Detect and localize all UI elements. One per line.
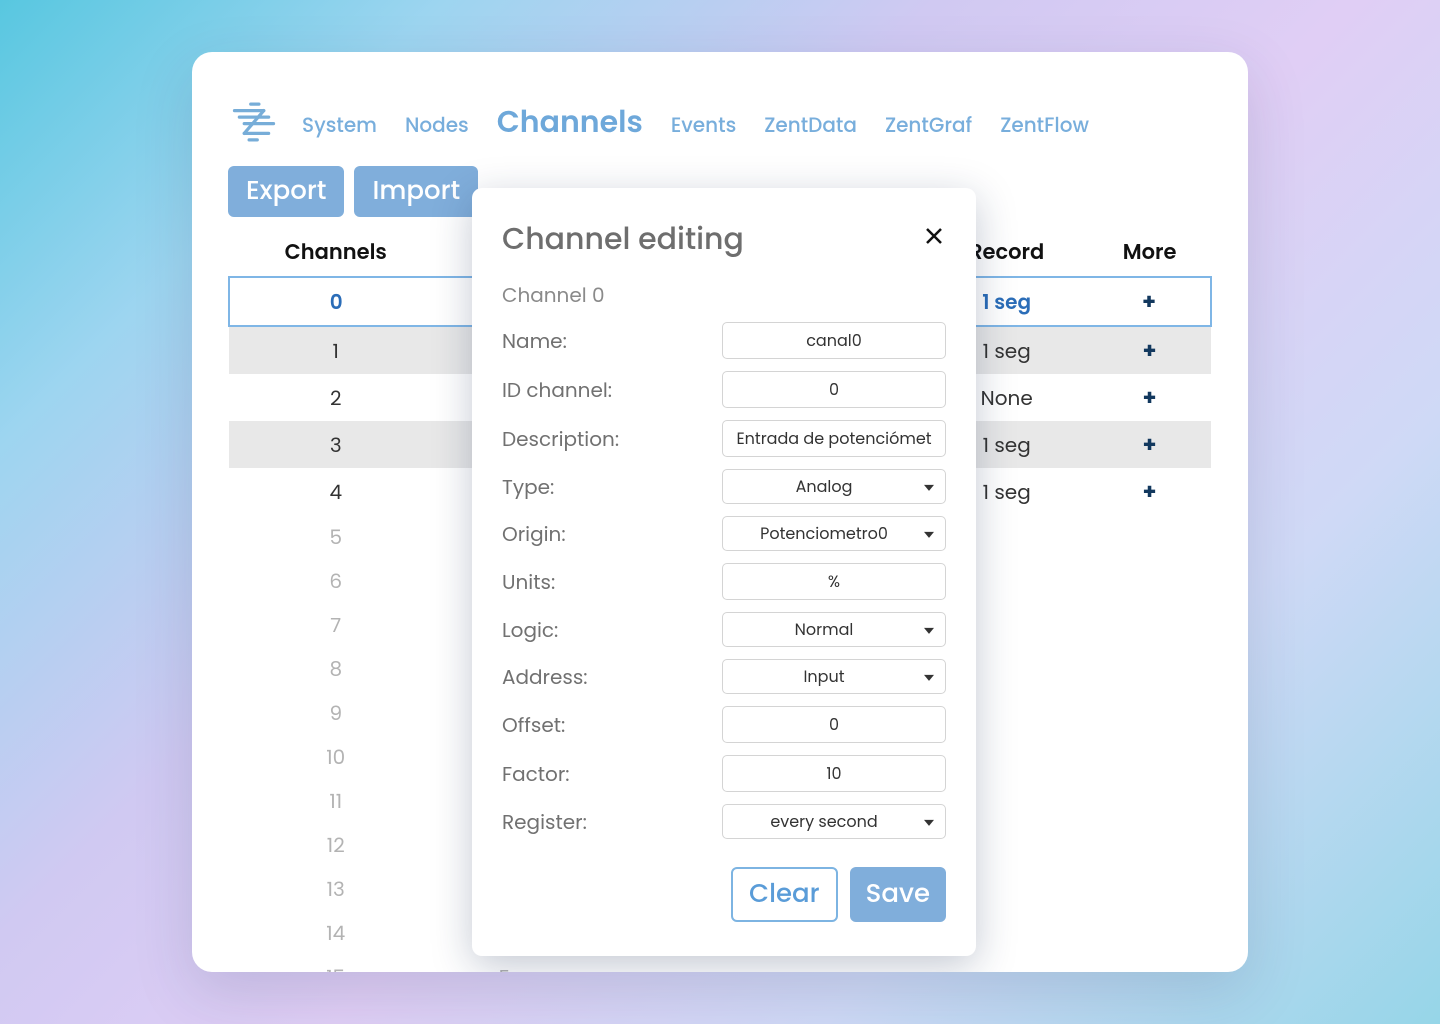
cell-idx: 14 bbox=[229, 911, 443, 955]
field-row-origin: Origin: Potenciometro0 bbox=[502, 516, 946, 551]
cell-name: Free bbox=[443, 955, 598, 972]
cell-idx: 3 bbox=[229, 421, 443, 468]
nav-zentdata[interactable]: ZentData bbox=[764, 110, 857, 140]
modal-title: Channel editing bbox=[502, 216, 744, 262]
cell-idx: 9 bbox=[229, 691, 443, 735]
select-type[interactable]: Analog bbox=[722, 469, 946, 504]
field-label-type: Type: bbox=[502, 472, 554, 502]
input-id[interactable] bbox=[722, 371, 946, 408]
field-row-units: Units: bbox=[502, 563, 946, 600]
clear-button[interactable]: Clear bbox=[731, 867, 838, 922]
import-button[interactable]: Import bbox=[354, 166, 478, 217]
nav-events[interactable]: Events bbox=[671, 110, 736, 140]
cell-idx: 1 bbox=[229, 326, 443, 374]
field-row-desc: Description: bbox=[502, 420, 946, 457]
field-label-id: ID channel: bbox=[502, 375, 612, 405]
main-nav: System Nodes Channels Events ZentData ZentGra… bbox=[302, 99, 1089, 145]
cell-idx: 15 bbox=[229, 955, 443, 972]
field-label-register: Register: bbox=[502, 807, 587, 837]
field-label-name: Name: bbox=[502, 326, 567, 356]
table-row-free[interactable]: 15Free bbox=[229, 955, 1211, 972]
cell-idx: 8 bbox=[229, 647, 443, 691]
field-row-type: Type: Analog bbox=[502, 469, 946, 504]
cell-idx: 13 bbox=[229, 867, 443, 911]
header: System Nodes Channels Events ZentData ZentGra… bbox=[228, 96, 1212, 148]
col-channels: Channels bbox=[229, 229, 443, 277]
nav-zentflow[interactable]: ZentFlow bbox=[1000, 110, 1089, 140]
modal-actions: Clear Save bbox=[502, 867, 946, 922]
cell-idx: 4 bbox=[229, 468, 443, 515]
field-row-offset: Offset: bbox=[502, 706, 946, 743]
app-logo bbox=[228, 96, 280, 148]
field-row-factor: Factor: bbox=[502, 755, 946, 792]
close-icon[interactable] bbox=[922, 224, 946, 255]
field-label-offset: Offset: bbox=[502, 710, 565, 740]
export-button[interactable]: Export bbox=[228, 166, 344, 217]
nav-system[interactable]: System bbox=[302, 110, 377, 140]
save-button[interactable]: Save bbox=[850, 867, 946, 922]
field-row-address: Address: Input bbox=[502, 659, 946, 694]
more-icon[interactable]: + bbox=[1143, 382, 1157, 413]
field-label-desc: Description: bbox=[502, 424, 619, 454]
more-icon[interactable]: + bbox=[1143, 476, 1157, 507]
app-window: System Nodes Channels Events ZentData ZentGra… bbox=[192, 52, 1248, 972]
field-label-units: Units: bbox=[502, 567, 555, 597]
field-row-id: ID channel: bbox=[502, 371, 946, 408]
cell-idx: 10 bbox=[229, 735, 443, 779]
cell-idx: 5 bbox=[229, 515, 443, 559]
channel-edit-modal: Channel editing Channel 0 Name: ID channe… bbox=[472, 188, 976, 956]
field-label-logic: Logic: bbox=[502, 615, 558, 645]
field-row-register: Register: every second bbox=[502, 804, 946, 839]
input-factor[interactable] bbox=[722, 755, 946, 792]
select-logic[interactable]: Normal bbox=[722, 612, 946, 647]
select-address[interactable]: Input bbox=[722, 659, 946, 694]
nav-channels[interactable]: Channels bbox=[497, 99, 643, 145]
cell-idx: 12 bbox=[229, 823, 443, 867]
input-desc[interactable] bbox=[722, 420, 946, 457]
more-icon[interactable]: + bbox=[1143, 335, 1157, 366]
nav-zentgraf[interactable]: ZentGraf bbox=[885, 110, 972, 140]
cell-idx: 2 bbox=[229, 374, 443, 421]
cell-idx: 0 bbox=[229, 277, 443, 326]
input-name[interactable] bbox=[722, 322, 946, 359]
more-icon[interactable]: + bbox=[1143, 429, 1157, 460]
field-label-origin: Origin: bbox=[502, 519, 566, 549]
modal-subtitle: Channel 0 bbox=[502, 280, 946, 310]
nav-nodes[interactable]: Nodes bbox=[405, 110, 469, 140]
cell-idx: 6 bbox=[229, 559, 443, 603]
col-more: More bbox=[1088, 229, 1211, 277]
select-origin[interactable]: Potenciometro0 bbox=[722, 516, 946, 551]
field-row-logic: Logic: Normal bbox=[502, 612, 946, 647]
more-icon[interactable]: + bbox=[1142, 286, 1156, 317]
cell-idx: 11 bbox=[229, 779, 443, 823]
select-register[interactable]: every second bbox=[722, 804, 946, 839]
input-units[interactable] bbox=[722, 563, 946, 600]
field-label-address: Address: bbox=[502, 662, 588, 692]
field-row-name: Name: bbox=[502, 322, 946, 359]
field-label-factor: Factor: bbox=[502, 759, 570, 789]
input-offset[interactable] bbox=[722, 706, 946, 743]
cell-idx: 7 bbox=[229, 603, 443, 647]
